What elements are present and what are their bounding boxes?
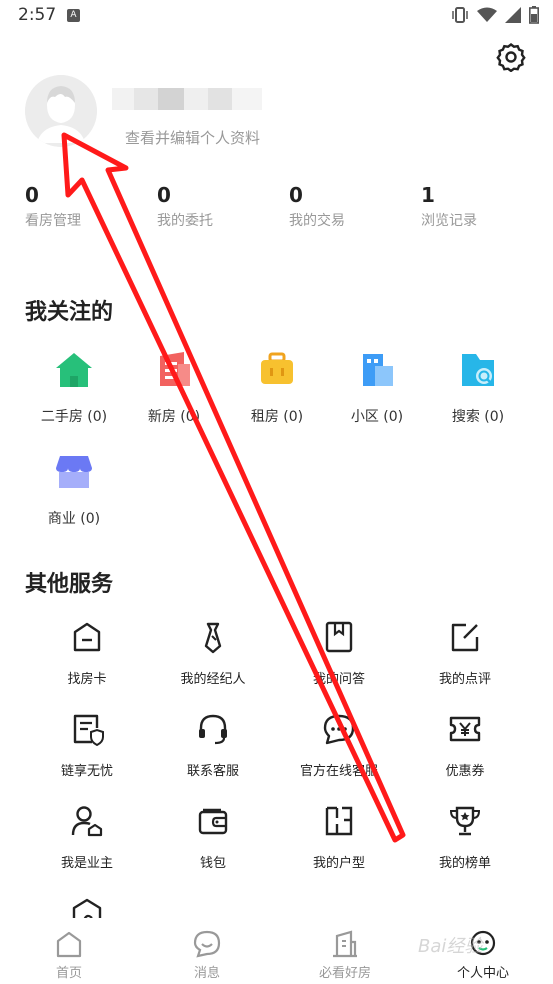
username-blurred (112, 88, 262, 110)
trophy-icon (448, 804, 482, 838)
status-bar: 2:57 A (0, 0, 553, 32)
signal-icon (505, 7, 521, 23)
service-review[interactable]: 我的点评 (400, 620, 530, 687)
follow-item-label: 小区 (0) (350, 409, 404, 425)
service-label: 我的点评 (438, 672, 491, 687)
home-tab-icon (55, 930, 83, 958)
message-tab-icon (193, 930, 221, 958)
follow-item-new[interactable]: 新房 (0) (124, 350, 224, 426)
stat-label: 浏览记录 (421, 213, 477, 229)
service-qa[interactable]: 我的问答 (274, 620, 404, 687)
stat-value: 0 (157, 183, 171, 207)
service-label: 我的经纪人 (180, 672, 246, 687)
chat-icon (322, 712, 356, 746)
tie-icon (196, 620, 230, 654)
wifi-icon (477, 7, 497, 22)
tab-home[interactable]: 首页 (14, 930, 124, 981)
service-label: 我的户型 (312, 856, 365, 871)
partial-service-icon[interactable] (70, 896, 104, 918)
service-label: 我是业主 (60, 856, 113, 871)
good-house-tab-icon (331, 930, 359, 958)
vibrate-icon (452, 7, 468, 23)
follow-item-label: 新房 (0) (147, 409, 201, 425)
service-lianxiang[interactable]: 链享无忧 (22, 712, 152, 779)
search-folder-icon (458, 350, 498, 390)
service-label: 优惠券 (445, 764, 485, 779)
building-icon (154, 350, 194, 390)
services-section-title: 其他服务 (25, 572, 114, 597)
service-owner[interactable]: 我是业主 (22, 804, 152, 871)
stat-viewing[interactable]: 0 看房管理 (25, 182, 81, 230)
follow-item-community[interactable]: 小区 (0) (327, 350, 427, 426)
house-card-icon (70, 620, 104, 654)
service-coupon[interactable]: 优惠券 (400, 712, 530, 779)
service-label: 联系客服 (186, 764, 239, 779)
service-online-support[interactable]: 官方在线客服 (274, 712, 404, 779)
stat-label: 我的交易 (289, 213, 345, 229)
wallet-icon (196, 804, 230, 838)
status-time: 2:57 (18, 5, 57, 25)
community-icon (357, 350, 397, 390)
tab-label: 个人中心 (456, 966, 509, 981)
stat-value: 1 (421, 183, 435, 207)
suitcase-icon (257, 350, 297, 390)
edit-profile-link[interactable]: 查看并编辑个人资料 (125, 127, 260, 148)
service-wallet[interactable]: 钱包 (148, 804, 278, 871)
service-ranking[interactable]: 我的榜单 (400, 804, 530, 871)
tab-messages[interactable]: 消息 (152, 930, 262, 981)
service-house-card[interactable]: 找房卡 (22, 620, 152, 687)
service-label: 钱包 (199, 856, 226, 871)
house-icon (54, 350, 94, 390)
follow-item-rent[interactable]: 租房 (0) (227, 350, 327, 426)
follow-item-resale[interactable]: 二手房 (0) (24, 350, 124, 426)
settings-gear-icon[interactable] (496, 42, 526, 73)
service-label: 链享无忧 (60, 764, 113, 779)
stats-row: 0 看房管理 0 我的委托 0 我的交易 1 浏览记录 (0, 182, 553, 242)
follow-section-title: 我关注的 (25, 300, 114, 325)
stat-value: 0 (289, 183, 303, 207)
watermark: Bai经验 (418, 936, 483, 957)
service-contact[interactable]: 联系客服 (148, 712, 278, 779)
follow-item-label: 商业 (0) (47, 511, 101, 527)
stat-transactions[interactable]: 0 我的交易 (289, 182, 345, 230)
follow-item-label: 租房 (0) (250, 409, 304, 425)
qa-book-icon (322, 620, 356, 654)
owner-icon (70, 804, 104, 838)
store-icon (54, 452, 94, 492)
stat-label: 看房管理 (25, 213, 81, 229)
follow-item-commercial[interactable]: 商业 (0) (24, 452, 124, 528)
tab-label: 必看好房 (318, 966, 371, 981)
battery-icon (529, 6, 539, 24)
notification-icon: A (67, 9, 80, 22)
follow-item-label: 搜索 (0) (451, 409, 505, 425)
stat-history[interactable]: 1 浏览记录 (421, 182, 477, 230)
stat-value: 0 (25, 183, 39, 207)
default-avatar-icon (25, 75, 97, 147)
shield-doc-icon (70, 712, 104, 747)
tab-good-houses[interactable]: 必看好房 (290, 930, 400, 981)
tab-label: 消息 (193, 966, 220, 981)
headset-icon (196, 712, 230, 746)
tab-label: 首页 (55, 966, 82, 981)
stat-commission[interactable]: 0 我的委托 (157, 182, 213, 230)
service-label: 我的榜单 (438, 856, 491, 871)
status-icons (451, 6, 539, 24)
coupon-icon (448, 712, 482, 746)
floorplan-icon (322, 804, 356, 838)
service-agent[interactable]: 我的经纪人 (148, 620, 278, 687)
service-floorplan[interactable]: 我的户型 (274, 804, 404, 871)
stat-label: 我的委托 (157, 213, 213, 229)
service-label: 我的问答 (312, 672, 365, 687)
edit-icon (448, 620, 482, 654)
follow-item-search[interactable]: 搜索 (0) (428, 350, 528, 426)
service-label: 找房卡 (67, 672, 107, 687)
service-label: 官方在线客服 (299, 764, 378, 779)
follow-item-label: 二手房 (0) (40, 409, 108, 425)
avatar[interactable] (25, 75, 97, 147)
